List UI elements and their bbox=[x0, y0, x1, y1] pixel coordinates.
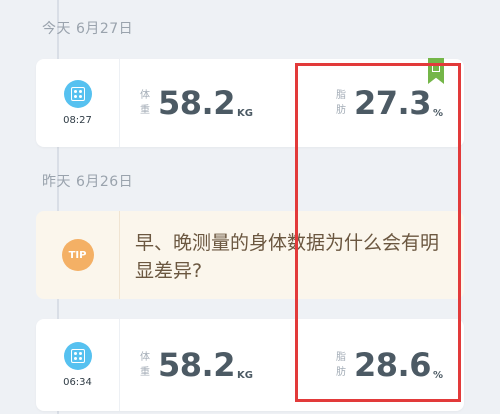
date-header-today: 今天 6月27日 bbox=[42, 21, 134, 37]
tip-icon: TIP bbox=[61, 239, 94, 271]
weight-label: 体 重 bbox=[140, 90, 150, 116]
weight-label: 体 重 bbox=[140, 352, 150, 378]
measurement-time-column: 08:27 bbox=[36, 59, 120, 147]
tip-text: 早、晚测量的身体数据为什么会有明显差异? bbox=[135, 232, 440, 282]
body-fat-value: 28.6 bbox=[354, 346, 431, 384]
body-fat-metric: 脂 肪 28.6 % bbox=[336, 319, 443, 411]
tip-card[interactable]: TIP 早、晚测量的身体数据为什么会有明显差异? bbox=[36, 211, 464, 299]
scale-icon bbox=[63, 342, 92, 370]
tip-icon-column: TIP bbox=[36, 211, 120, 299]
measurement-time: 06:34 bbox=[63, 377, 92, 388]
weight-unit: KG bbox=[236, 108, 253, 119]
weight-metric: 体 重 58.2 KG bbox=[140, 319, 253, 411]
weight-metric: 体 重 58.2 KG bbox=[140, 59, 253, 147]
body-fat-unit: % bbox=[432, 108, 443, 119]
scale-icon bbox=[63, 80, 92, 108]
body-fat-label: 脂 肪 bbox=[336, 90, 346, 116]
body-fat-label: 脂 肪 bbox=[336, 352, 346, 378]
measurement-time-column: 06:34 bbox=[36, 319, 120, 411]
date-header-yesterday: 昨天 6月26日 bbox=[42, 174, 134, 190]
body-fat-value: 27.3 bbox=[354, 84, 431, 122]
measurement-card[interactable]: 08:27 体 重 58.2 KG 脂 肪 27.3 % bbox=[36, 59, 464, 147]
weight-unit: KG bbox=[236, 370, 253, 381]
weight-value: 58.2 bbox=[158, 84, 235, 122]
body-fat-metric: 脂 肪 27.3 % bbox=[336, 59, 443, 147]
body-fat-unit: % bbox=[432, 370, 443, 381]
weight-value: 58.2 bbox=[158, 346, 235, 384]
measurement-time: 08:27 bbox=[63, 115, 92, 126]
measurement-card[interactable]: 06:34 体 重 58.2 KG 脂 肪 28.6 % bbox=[36, 319, 464, 411]
